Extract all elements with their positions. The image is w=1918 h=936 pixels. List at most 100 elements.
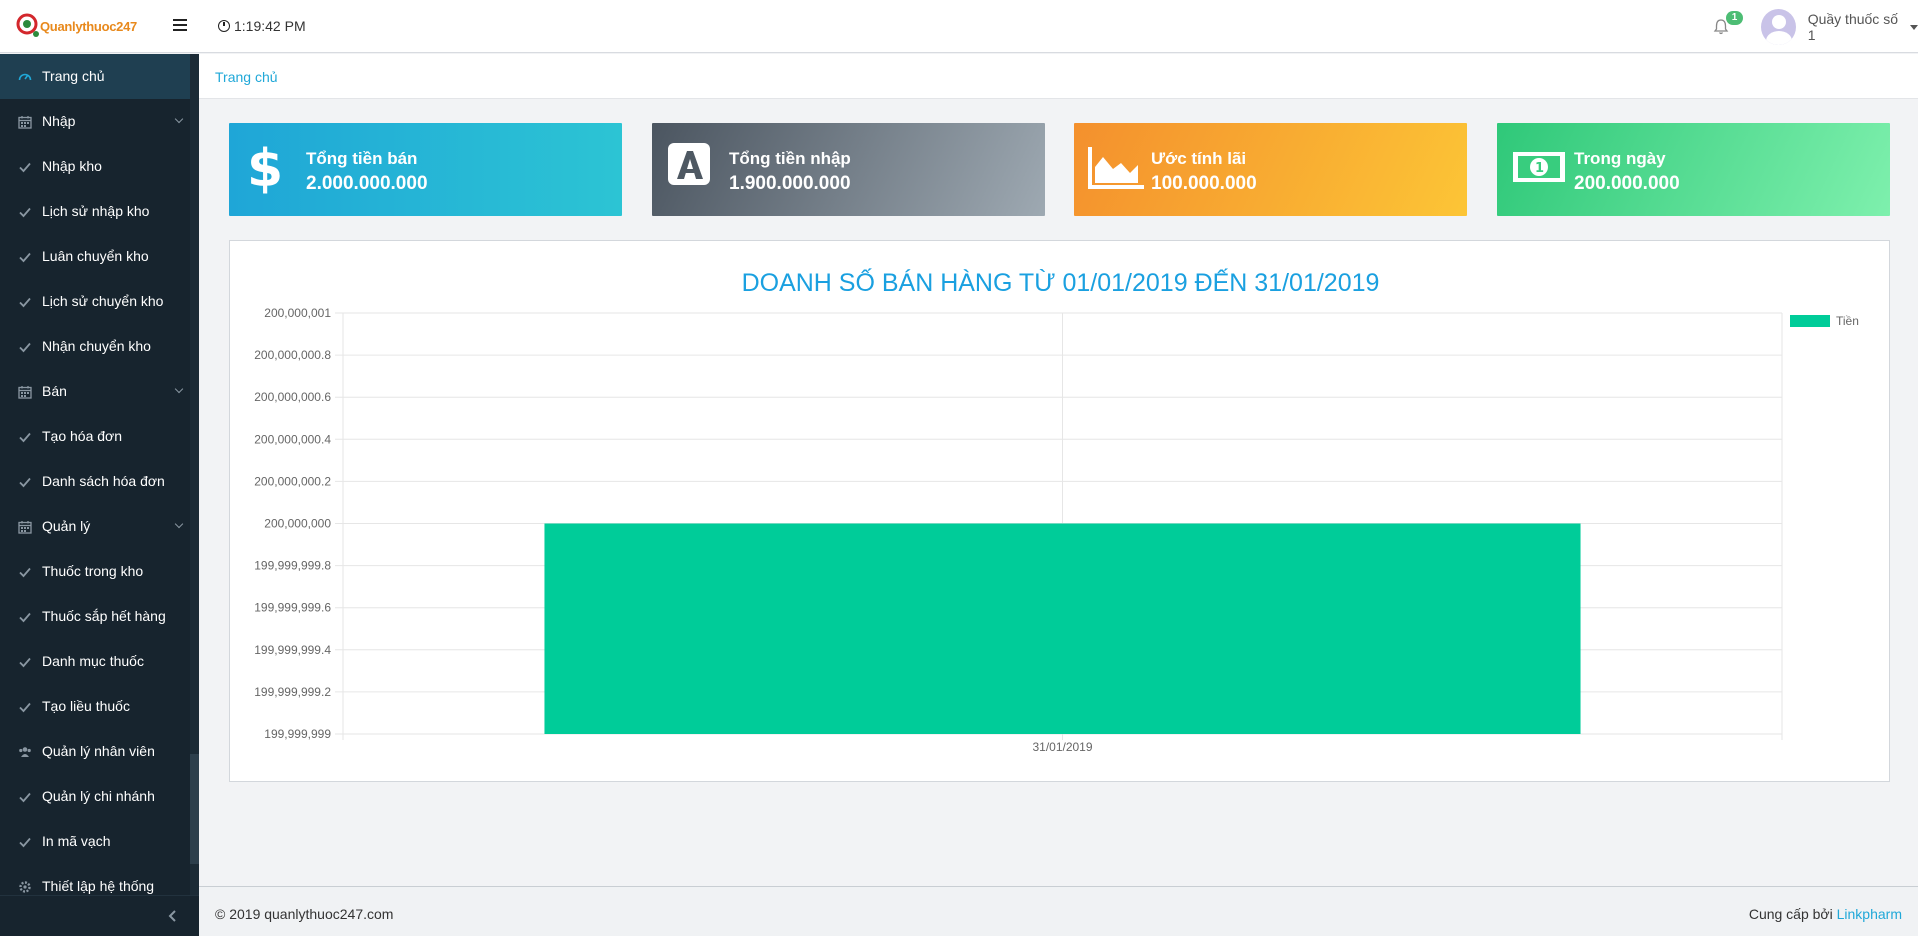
sidebar-item-ban[interactable]: Bán: [0, 369, 190, 414]
chart-bar[interactable]: [544, 523, 1581, 735]
y-tick-label: 199,999,999.2: [254, 685, 331, 699]
money-icon: 1: [1513, 152, 1565, 182]
menu-toggle-button[interactable]: [170, 16, 190, 36]
clock-icon: [218, 20, 230, 32]
breadcrumb: Trang chủ: [199, 54, 1918, 99]
check-icon: [18, 610, 32, 624]
stat-card-total-sales: $ Tổng tiền bán 2.000.000.000: [229, 123, 622, 216]
sidebar-item-in-ma-vach[interactable]: In mã vạch: [0, 819, 190, 864]
sidebar-item-nhap[interactable]: Nhập: [0, 99, 190, 144]
card-title: Trong ngày: [1574, 149, 1666, 168]
clock: 1:19:42 PM: [218, 18, 306, 34]
user-name: Quầy thuốc số 1: [1807, 11, 1898, 43]
letter-a-icon: [668, 143, 710, 185]
sidebar-item-label: Quản lý chi nhánh: [42, 788, 155, 804]
check-icon: [18, 430, 32, 444]
sidebar-item-label: Tạo hóa đơn: [42, 428, 123, 444]
sidebar-item-label: Nhập kho: [42, 158, 102, 174]
sales-chart: 200,000,001 200,000,000.8 200,000,000.6 200…: [254, 306, 1859, 754]
svg-text:1: 1: [1535, 161, 1544, 176]
sidebar-item-trang-chu[interactable]: Trang chủ: [0, 54, 190, 99]
sidebar-item-danh-sach-hoa-don[interactable]: Danh sách hóa đơn: [0, 459, 190, 504]
sidebar-item-label: Lịch sử nhập kho: [42, 203, 150, 219]
legend-label: Tiền: [1836, 314, 1859, 328]
x-tick-label: 31/01/2019: [1032, 740, 1092, 754]
area-chart-icon: [1088, 147, 1144, 189]
calendar-icon: [18, 115, 32, 129]
sidebar: Trang chủ Nhập Nhập kho Lịch sử nhập kho Luâ…: [0, 54, 199, 936]
sidebar-item-nhan-chuyen-kho[interactable]: Nhận chuyển kho: [0, 324, 190, 369]
sidebar-item-luan-chuyen-kho[interactable]: Luân chuyển kho: [0, 234, 190, 279]
current-time: 1:19:42 PM: [234, 18, 306, 34]
logo-text: Quanlythuoc247: [40, 19, 137, 34]
stat-card-estimated-profit: Ước tính lãi 100.000.000: [1074, 123, 1467, 216]
sidebar-scrollbar-thumb[interactable]: [190, 754, 199, 864]
sidebar-item-lich-su-chuyen-kho[interactable]: Lịch sử chuyển kho: [0, 279, 190, 324]
card-title: Tổng tiền bán: [306, 149, 418, 168]
sidebar-item-label: Quản lý: [42, 518, 91, 534]
credit-text: Cung cấp bởi Linkpharm: [1749, 906, 1902, 922]
check-icon: [18, 835, 32, 849]
sidebar-item-label: In mã vạch: [42, 833, 111, 849]
y-tick-label: 200,000,001: [264, 306, 331, 320]
sidebar-item-tao-hoa-don[interactable]: Tạo hóa đơn: [0, 414, 190, 459]
gear-icon: [18, 880, 32, 894]
sidebar-item-label: Luân chuyển kho: [42, 248, 149, 264]
check-icon: [18, 295, 32, 309]
brand-logo[interactable]: Quanlythuoc247: [16, 12, 138, 42]
svg-text:$: $: [247, 139, 283, 195]
card-value: 1.900.000.000: [729, 173, 851, 194]
user-menu[interactable]: Quầy thuốc số 1: [1761, 9, 1918, 45]
check-icon: [18, 790, 32, 804]
y-tick-label: 200,000,000.2: [254, 474, 331, 488]
dollar-icon: $: [247, 139, 283, 195]
sidebar-scrollbar[interactable]: [190, 54, 199, 936]
copyright-text: © 2019 quanlythuoc247.com: [215, 906, 394, 922]
linkpharm-link[interactable]: Linkpharm: [1837, 906, 1902, 922]
sidebar-item-quan-ly-chi-nhanh[interactable]: Quản lý chi nhánh: [0, 774, 190, 819]
legend-swatch[interactable]: [1790, 315, 1830, 327]
breadcrumb-home-link[interactable]: Trang chủ: [215, 69, 278, 85]
y-tick-label: 200,000,000: [264, 517, 331, 531]
calendar-icon: [18, 385, 32, 399]
notification-badge: 1: [1726, 11, 1743, 25]
y-tick-label: 200,000,000.8: [254, 348, 331, 362]
sidebar-item-label: Nhập: [42, 113, 76, 129]
users-icon: [18, 745, 32, 759]
y-tick-label: 200,000,000.4: [254, 432, 331, 446]
check-icon: [18, 655, 32, 669]
card-title: Tổng tiền nhập: [729, 149, 851, 168]
check-icon: [18, 565, 32, 579]
chevron-left-icon[interactable]: [166, 909, 180, 923]
y-tick-label: 199,999,999.8: [254, 559, 331, 573]
y-tick-label: 199,999,999.4: [254, 643, 331, 657]
sidebar-item-danh-muc-thuoc[interactable]: Danh mục thuốc: [0, 639, 190, 684]
stat-card-total-import: Tổng tiền nhập 1.900.000.000: [652, 123, 1045, 216]
check-icon: [18, 700, 32, 714]
footer: © 2019 quanlythuoc247.com Cung cấp bởi L…: [199, 886, 1918, 936]
top-header: Quanlythuoc247 1:19:42 PM 1 Quầy thuốc s…: [0, 0, 1918, 53]
check-icon: [18, 475, 32, 489]
sidebar-footer: [0, 895, 199, 936]
chevron-down-icon: [174, 519, 184, 529]
card-value: 2.000.000.000: [306, 173, 428, 194]
sidebar-item-label: Tạo liều thuốc: [42, 698, 130, 714]
check-icon: [18, 160, 32, 174]
card-title: Ước tính lãi: [1151, 149, 1247, 168]
y-tick-label: 199,999,999: [264, 727, 331, 741]
sidebar-item-tao-lieu-thuoc[interactable]: Tạo liều thuốc: [0, 684, 190, 729]
sidebar-item-label: Bán: [42, 383, 67, 399]
sidebar-item-lich-su-nhap-kho[interactable]: Lịch sử nhập kho: [0, 189, 190, 234]
caret-down-icon: [1910, 24, 1918, 30]
dashboard-icon: [18, 70, 32, 84]
sidebar-item-label: Trang chủ: [42, 68, 105, 84]
sidebar-item-quan-ly[interactable]: Quản lý: [0, 504, 190, 549]
chevron-down-icon: [174, 114, 184, 124]
credit-prefix: Cung cấp bởi: [1748, 906, 1833, 922]
sidebar-item-quan-ly-nhan-vien[interactable]: Quản lý nhân viên: [0, 729, 190, 774]
check-icon: [18, 340, 32, 354]
chevron-down-icon: [174, 384, 184, 394]
sidebar-item-nhap-kho[interactable]: Nhập kho: [0, 144, 190, 189]
sidebar-item-thuoc-trong-kho[interactable]: Thuốc trong kho: [0, 549, 190, 594]
sidebar-item-thuoc-sap-het-hang[interactable]: Thuốc sắp hết hàng: [0, 594, 190, 639]
